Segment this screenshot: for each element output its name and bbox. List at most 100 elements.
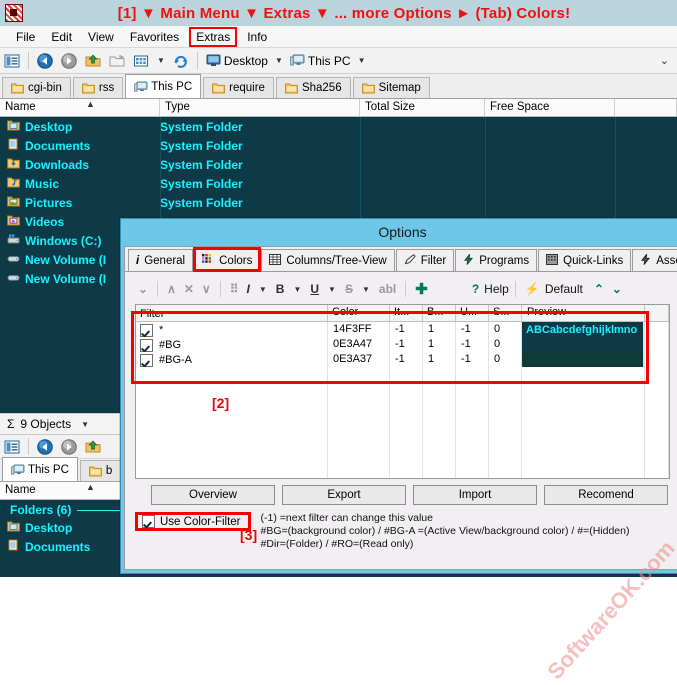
forward-icon[interactable]: [60, 52, 78, 70]
new-folder-icon[interactable]: [108, 52, 126, 70]
abc-icon[interactable]: abl: [376, 282, 399, 296]
recomend-button[interactable]: Recomend: [544, 485, 668, 505]
row-checkbox[interactable]: [140, 323, 153, 337]
list-item[interactable]: Downloads System Folder: [0, 155, 677, 174]
refresh-icon[interactable]: [172, 52, 190, 70]
grid-col-underline[interactable]: U...: [456, 305, 489, 321]
tab-columns-tree-view[interactable]: Columns/Tree-View: [261, 249, 395, 271]
checkbox-box[interactable]: [142, 515, 155, 528]
table-row[interactable]: #BG 0E3A47 -1 1 -1 0: [136, 337, 669, 352]
filter-pattern: #BG: [159, 339, 182, 351]
tab-colors[interactable]: Colors: [194, 249, 261, 271]
view-grid-icon[interactable]: [132, 52, 150, 70]
pane2-tab-this-pc[interactable]: This PC: [2, 457, 78, 481]
color-filter-grid[interactable]: Filter Color It... B... U... S... Previe…: [135, 304, 670, 479]
tab-programs[interactable]: Programs: [455, 249, 538, 271]
export-button[interactable]: Export: [282, 485, 406, 505]
underline-caret-icon[interactable]: ▼: [328, 285, 336, 294]
collapse-up-icon[interactable]: ⌃: [591, 282, 607, 296]
menu-item-favorites[interactable]: Favorites: [122, 28, 187, 46]
menu-item-info[interactable]: Info: [239, 28, 275, 46]
table-row-empty[interactable]: [136, 427, 669, 442]
list-item[interactable]: Desktop System Folder: [0, 117, 677, 136]
breadcrumb-caret-1-icon[interactable]: ▼: [275, 56, 283, 65]
table-row[interactable]: #BG-A 0E3A37 -1 1 -1 0: [136, 352, 669, 367]
list-item[interactable]: Pictures System Folder: [0, 193, 677, 212]
underline-value: -1: [456, 322, 489, 337]
back-icon[interactable]: [36, 52, 54, 70]
list-view-icon[interactable]: [3, 52, 21, 70]
strike-value: 0: [489, 322, 522, 337]
grid-col-strike[interactable]: S...: [489, 305, 522, 321]
pane2-tab-b[interactable]: b: [79, 460, 122, 481]
folder-tab-sha256[interactable]: Sha256: [275, 77, 351, 98]
list-view-icon[interactable]: [3, 438, 21, 456]
marker-2: [2]: [212, 395, 230, 411]
table-row-empty[interactable]: [136, 457, 669, 472]
table-row-empty[interactable]: [136, 367, 669, 382]
folder-tab-rss[interactable]: rss: [72, 77, 124, 98]
move-up-icon[interactable]: ∧: [164, 282, 179, 296]
grid-col-italic[interactable]: It...: [390, 305, 423, 321]
table-row-empty[interactable]: [136, 472, 669, 478]
tab-filter[interactable]: Filter: [395, 249, 455, 271]
delete-x-icon[interactable]: ✕: [181, 282, 197, 296]
help-button[interactable]: Help: [484, 282, 509, 296]
tab-associations[interactable]: Associa: [632, 249, 677, 271]
folder-tab-this-pc[interactable]: This PC: [125, 74, 202, 98]
documents-folder-icon: [7, 539, 20, 554]
use-color-filter-checkbox[interactable]: Use Color-Filter: [135, 512, 251, 531]
up-folder-icon[interactable]: [84, 52, 102, 70]
table-row-empty[interactable]: [136, 442, 669, 457]
breadcrumb-caret-2-icon[interactable]: ▼: [358, 56, 366, 65]
underline-icon[interactable]: U: [307, 282, 322, 296]
overview-button[interactable]: Overview: [151, 485, 275, 505]
add-plus-icon[interactable]: ✚: [412, 280, 431, 298]
folder-tab-cgi-bin[interactable]: cgi-bin: [2, 77, 71, 98]
folder-tab-require[interactable]: require: [203, 77, 274, 98]
italic-caret-icon[interactable]: ▼: [259, 285, 267, 294]
row-checkbox[interactable]: [140, 338, 153, 352]
forward-icon[interactable]: [60, 438, 78, 456]
breadcrumb-this-pc[interactable]: This PC: [308, 54, 351, 68]
strikethrough-caret-icon[interactable]: ▼: [362, 285, 370, 294]
column-header-total-size[interactable]: Total Size: [360, 99, 485, 116]
column-header-free-space[interactable]: Free Space: [485, 99, 615, 116]
column-header-type[interactable]: Type: [160, 99, 360, 116]
table-row-empty[interactable]: [136, 412, 669, 427]
list-item[interactable]: Music System Folder: [0, 174, 677, 193]
grid-col-filter[interactable]: Filter: [136, 305, 328, 321]
italic-icon[interactable]: I: [244, 282, 253, 296]
back-icon[interactable]: [36, 438, 54, 456]
toolbar-expand-chevron-icon[interactable]: ⌄: [660, 55, 669, 66]
column-header-name[interactable]: Name ▲: [0, 99, 160, 116]
grid-col-preview[interactable]: Preview: [522, 305, 645, 321]
row-checkbox[interactable]: [140, 353, 153, 367]
default-button[interactable]: Default: [545, 282, 583, 296]
grid-col-color[interactable]: Color: [328, 305, 390, 321]
import-button[interactable]: Import: [413, 485, 537, 505]
palette-icon[interactable]: ⠿: [227, 282, 242, 296]
move-down-icon[interactable]: ∨: [199, 282, 214, 296]
status-caret-icon[interactable]: ▼: [81, 420, 89, 429]
apply-check-icon[interactable]: ⌄: [135, 282, 151, 296]
help-question-icon[interactable]: ?: [469, 282, 482, 296]
list-item[interactable]: Documents System Folder: [0, 136, 677, 155]
menu-item-view[interactable]: View: [80, 28, 122, 46]
up-folder-icon[interactable]: [84, 438, 102, 456]
breadcrumb-desktop[interactable]: Desktop: [224, 54, 268, 68]
tab-quick-links[interactable]: Quick-Links: [538, 249, 632, 271]
table-row[interactable]: * 14F3FF -1 1 -1 0 ABCabcdefghijklmno: [136, 322, 669, 337]
folder-tab-sitemap[interactable]: Sitemap: [352, 77, 430, 98]
bold-caret-icon[interactable]: ▼: [293, 285, 301, 294]
menu-item-edit[interactable]: Edit: [43, 28, 80, 46]
default-lightning-icon[interactable]: ⚡: [522, 282, 543, 296]
strikethrough-icon[interactable]: S: [342, 282, 356, 296]
menu-item-file[interactable]: File: [8, 28, 43, 46]
collapse-down-icon[interactable]: ⌄: [609, 282, 625, 296]
tab-general[interactable]: i General: [128, 249, 194, 271]
view-dropdown-caret-icon[interactable]: ▼: [157, 56, 165, 65]
menu-item-extras[interactable]: Extras: [189, 26, 238, 47]
grid-col-bold[interactable]: B...: [423, 305, 456, 321]
bold-icon[interactable]: B: [273, 282, 288, 296]
